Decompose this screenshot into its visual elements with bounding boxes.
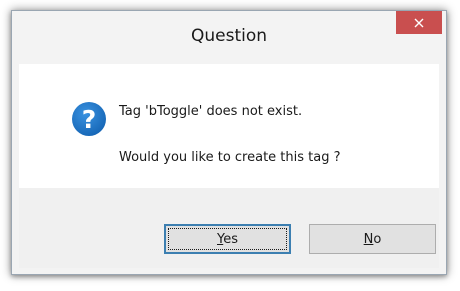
button-bar: Yes No <box>19 188 439 268</box>
message-line-2: Would you like to create this tag ? <box>119 150 341 165</box>
svg-text:?: ? <box>82 105 97 134</box>
no-button-label: No <box>364 232 382 247</box>
title-bar[interactable]: Question <box>12 11 446 64</box>
focus-rectangle <box>168 228 287 250</box>
no-mnemonic: N <box>363 231 374 247</box>
no-label-rest: o <box>373 231 382 247</box>
no-button[interactable]: No <box>309 224 436 254</box>
question-dialog: Question ? Tag 'bToggle' does not exist.… <box>11 10 447 275</box>
close-button[interactable] <box>396 11 442 34</box>
yes-button[interactable]: Yes <box>164 224 291 254</box>
message-line-1: Tag 'bToggle' does not exist. <box>119 104 303 119</box>
message-area: ? Tag 'bToggle' does not exist. Would yo… <box>19 64 439 188</box>
close-icon <box>414 18 424 28</box>
dialog-title: Question <box>190 26 268 46</box>
question-icon: ? <box>71 101 107 137</box>
